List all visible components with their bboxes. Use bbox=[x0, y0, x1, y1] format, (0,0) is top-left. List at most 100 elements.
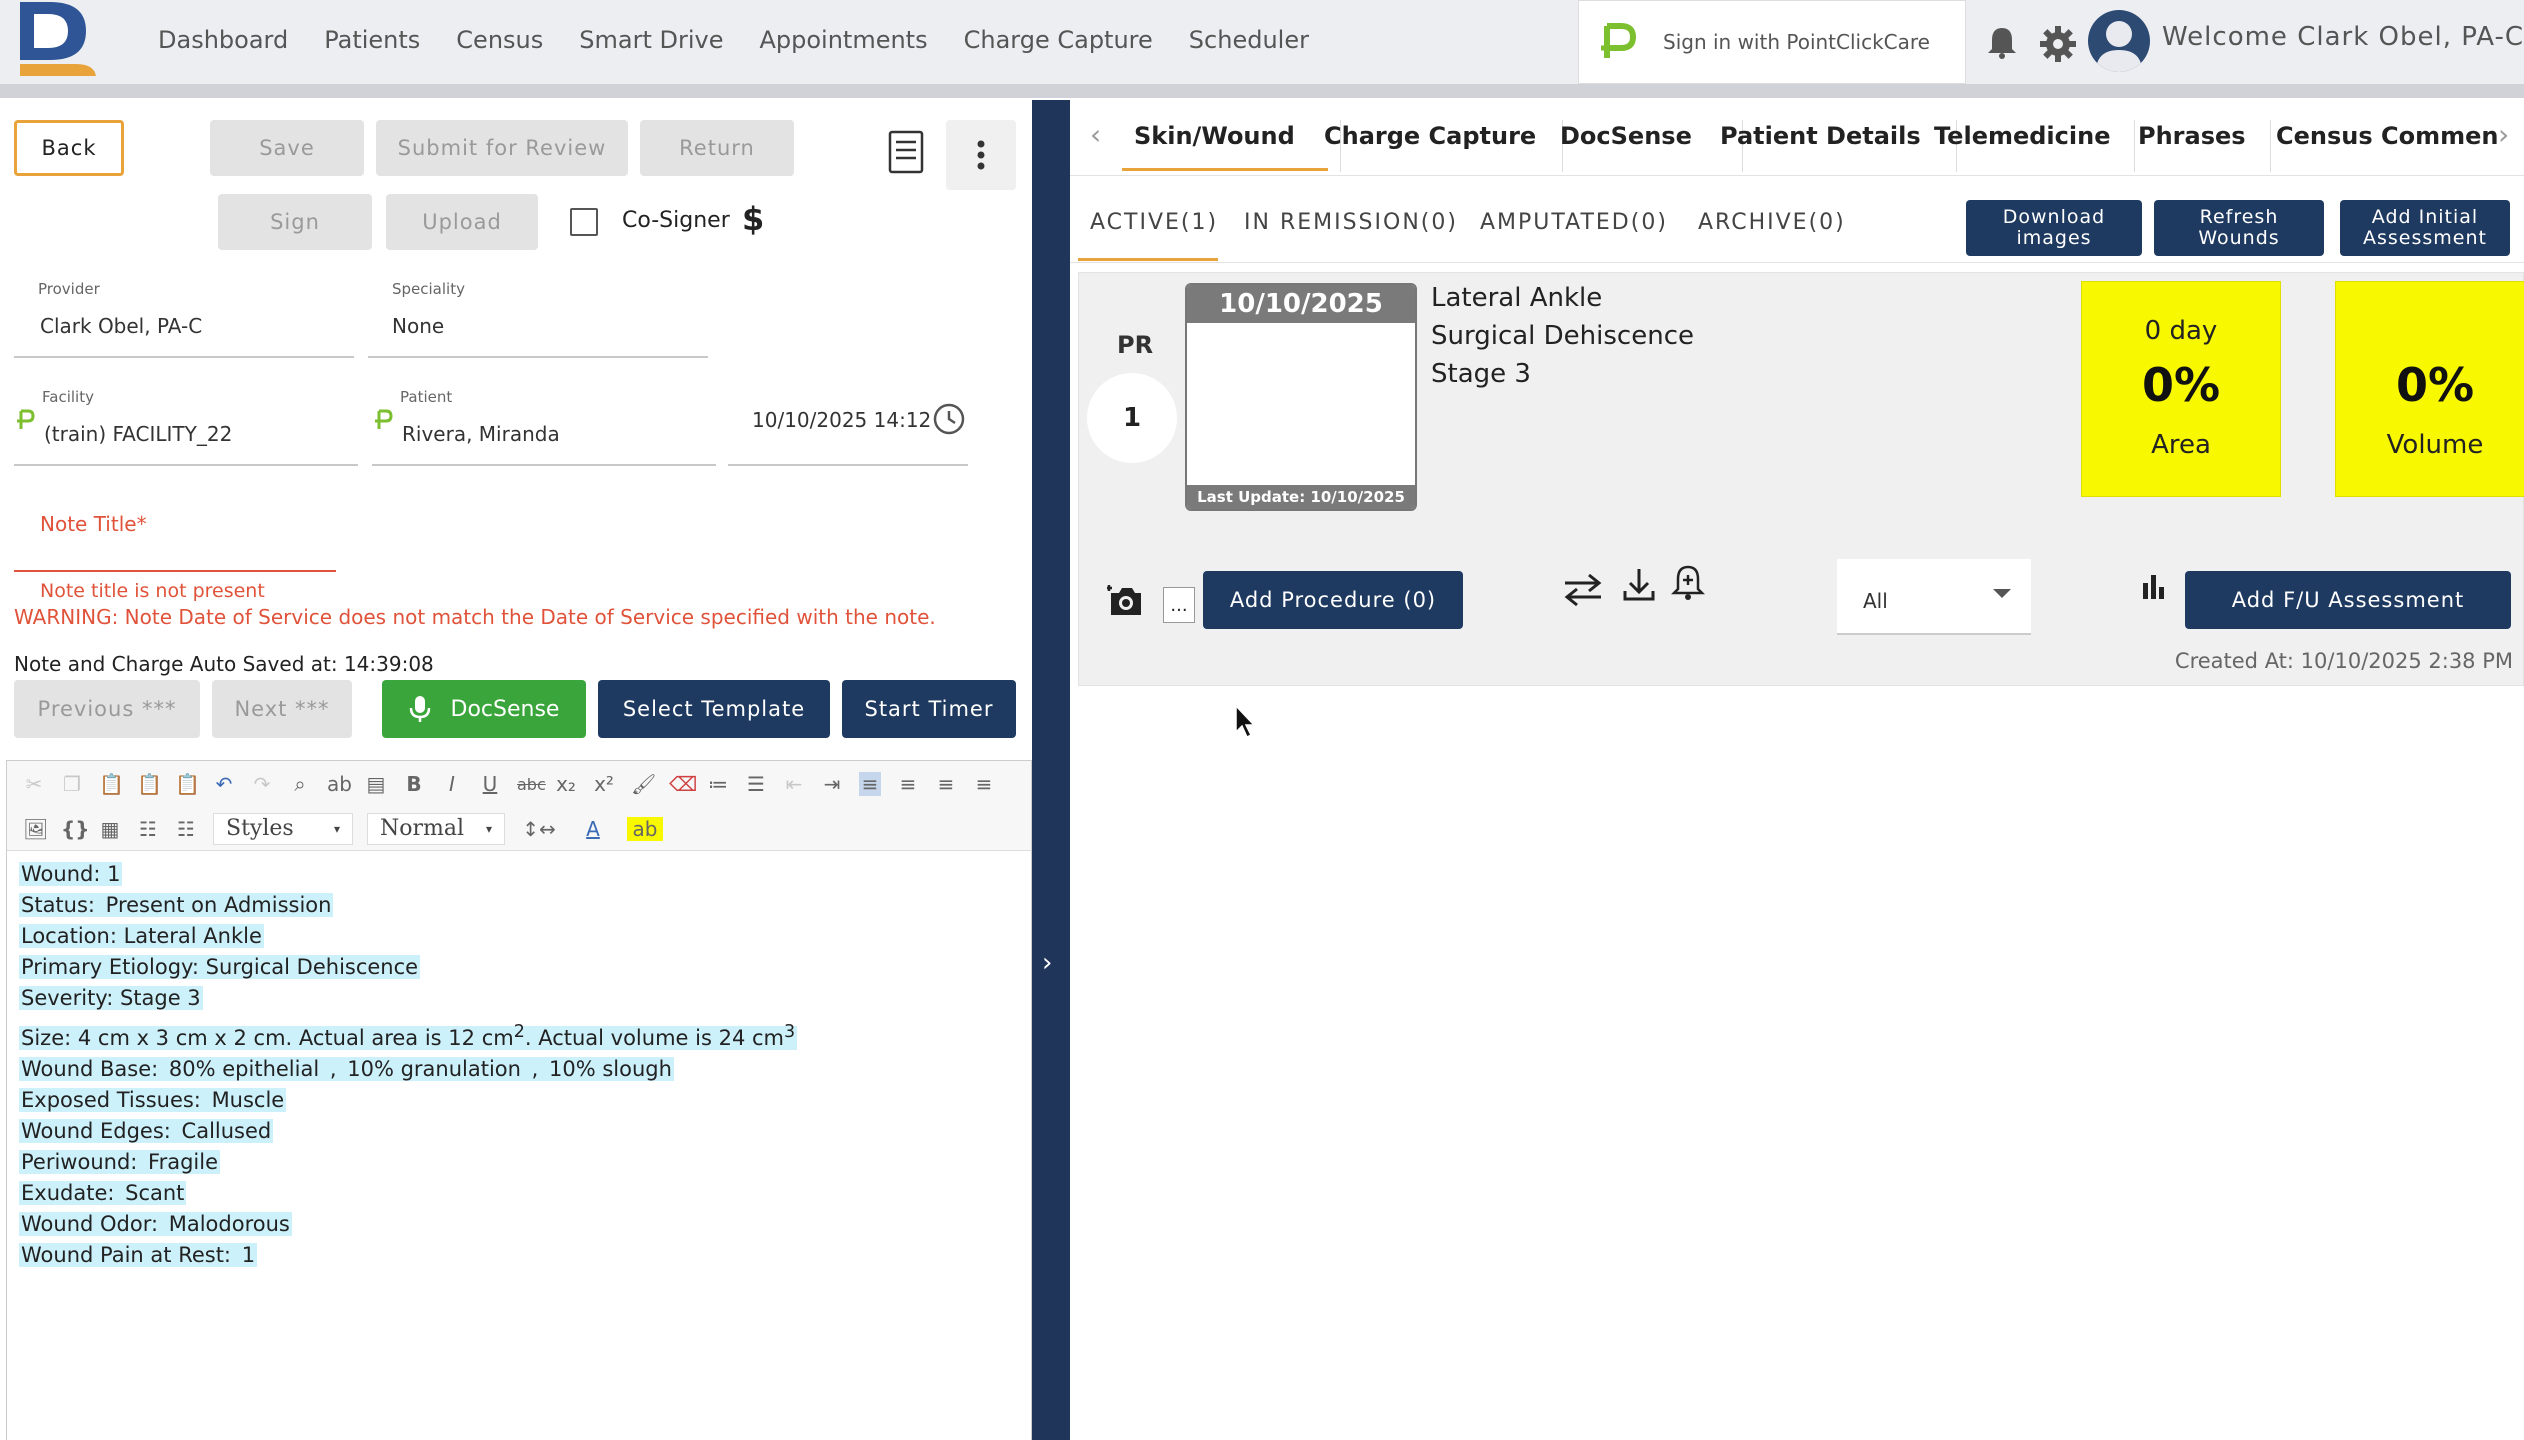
subtab-active[interactable]: ACTIVE(1) bbox=[1090, 210, 1218, 235]
next-button[interactable]: Next *** bbox=[212, 680, 352, 738]
find-icon[interactable]: ⌕ bbox=[289, 772, 311, 796]
align-center-icon[interactable]: ≡ bbox=[897, 772, 919, 796]
paste-icon[interactable]: 📋 bbox=[99, 772, 124, 796]
panel-divider[interactable]: › bbox=[1032, 100, 1070, 1440]
tab-phrases[interactable]: Phrases bbox=[2138, 122, 2246, 150]
insert-row-icon[interactable]: ☷ bbox=[137, 817, 159, 841]
add-initial-assessment-button[interactable]: Add Initial Assessment bbox=[2340, 200, 2510, 256]
subtab-in-remission[interactable]: IN REMISSION(0) bbox=[1244, 210, 1458, 235]
subscript-icon[interactable]: x₂ bbox=[555, 772, 577, 796]
editor-content[interactable]: Wound: 1 Status: Present on Admission Lo… bbox=[19, 859, 798, 1271]
nav-census[interactable]: Census bbox=[456, 26, 543, 54]
add-fu-assessment-button[interactable]: Add F/U Assessment bbox=[2185, 571, 2511, 629]
nav-scheduler[interactable]: Scheduler bbox=[1189, 26, 1309, 54]
table-icon[interactable]: ▦ bbox=[99, 817, 121, 841]
add-alert-bell-icon[interactable] bbox=[1671, 563, 1705, 603]
upload-button[interactable]: Upload bbox=[386, 194, 538, 250]
download-images-button[interactable]: Download images bbox=[1966, 200, 2142, 256]
italic-icon[interactable]: I bbox=[441, 772, 463, 796]
tabs-scroll-right-icon[interactable]: › bbox=[2498, 118, 2509, 151]
previous-button[interactable]: Previous *** bbox=[14, 680, 200, 738]
user-avatar[interactable] bbox=[2088, 10, 2150, 72]
add-photo-camera-icon[interactable] bbox=[1107, 583, 1145, 619]
start-timer-button[interactable]: Start Timer bbox=[842, 680, 1016, 738]
styles-select[interactable]: Styles ▾ bbox=[213, 812, 353, 845]
copy-format-icon[interactable]: 🖌 bbox=[631, 772, 656, 796]
refresh-wounds-button[interactable]: Refresh Wounds bbox=[2154, 200, 2324, 256]
note-title-input[interactable]: Note Title* bbox=[40, 512, 147, 536]
subtab-amputated[interactable]: AMPUTATED(0) bbox=[1480, 210, 1668, 235]
settings-gear-icon[interactable] bbox=[2038, 24, 2078, 64]
tab-telemedicine[interactable]: Telemedicine bbox=[1934, 122, 2110, 150]
dollar-icon[interactable]: $ bbox=[742, 200, 764, 238]
cosigner-checkbox[interactable] bbox=[570, 208, 598, 236]
more-options-button[interactable] bbox=[946, 120, 1016, 190]
clock-icon[interactable] bbox=[932, 402, 966, 436]
background-color-icon[interactable]: ab bbox=[627, 816, 663, 841]
download-icon[interactable] bbox=[1621, 565, 1657, 605]
select-all-icon[interactable]: ▤ bbox=[365, 772, 387, 796]
bold-icon[interactable]: B bbox=[403, 772, 425, 796]
wound-card[interactable]: PR 1 10/10/2025 Last Update: 10/10/2025 … bbox=[1078, 272, 2524, 686]
wound-more-button[interactable]: ... bbox=[1163, 587, 1195, 623]
document-list-icon[interactable] bbox=[888, 130, 924, 174]
wound-image-thumbnail[interactable]: 10/10/2025 Last Update: 10/10/2025 bbox=[1185, 283, 1417, 511]
paste-text-icon[interactable]: 📋 bbox=[137, 772, 162, 796]
code-snippet-icon[interactable]: {} bbox=[61, 817, 89, 841]
strikethrough-icon[interactable]: abc bbox=[517, 775, 546, 794]
subtab-archive[interactable]: ARCHIVE(0) bbox=[1698, 210, 1846, 235]
cut-icon[interactable]: ✂ bbox=[23, 772, 45, 796]
justify-icon[interactable]: ≡ bbox=[973, 772, 995, 796]
underline-icon[interactable]: U bbox=[479, 772, 501, 796]
bar-chart-icon[interactable] bbox=[2139, 571, 2169, 601]
tab-docsense[interactable]: DocSense bbox=[1560, 122, 1692, 150]
superscript-icon[interactable]: x² bbox=[593, 772, 615, 796]
nav-patients[interactable]: Patients bbox=[324, 26, 420, 54]
text-color-icon[interactable]: A bbox=[575, 817, 611, 841]
image-icon[interactable]: 🖼 bbox=[23, 817, 48, 841]
return-button[interactable]: Return bbox=[640, 120, 794, 176]
align-left-icon[interactable]: ≡ bbox=[859, 772, 881, 796]
add-procedure-button[interactable]: Add Procedure (0) bbox=[1203, 571, 1463, 629]
docsense-button[interactable]: DocSense bbox=[382, 680, 586, 738]
date-of-service-field[interactable]: 10/10/2025 14:12 bbox=[752, 408, 931, 432]
bulleted-list-icon[interactable]: ☰ bbox=[745, 772, 767, 796]
tab-skin-wound[interactable]: Skin/Wound bbox=[1134, 122, 1295, 150]
copy-icon[interactable]: ❐ bbox=[61, 772, 83, 796]
transfer-arrows-icon[interactable] bbox=[1561, 569, 1605, 609]
patient-field[interactable]: Rivera, Miranda bbox=[402, 422, 560, 446]
decrease-indent-icon[interactable]: ⇤ bbox=[783, 772, 805, 796]
tab-charge-capture[interactable]: Charge Capture bbox=[1324, 122, 1536, 150]
tabs-scroll-left-icon[interactable]: ‹ bbox=[1090, 118, 1101, 151]
align-right-icon[interactable]: ≡ bbox=[935, 772, 957, 796]
select-template-button[interactable]: Select Template bbox=[598, 680, 830, 738]
tab-patient-details[interactable]: Patient Details bbox=[1720, 122, 1921, 150]
back-button[interactable]: Back bbox=[14, 120, 124, 176]
assessment-filter-select[interactable]: All bbox=[1837, 559, 2031, 635]
speciality-field[interactable]: None bbox=[392, 314, 444, 338]
save-button[interactable]: Save bbox=[210, 120, 364, 176]
redo-icon[interactable]: ↷ bbox=[251, 772, 273, 796]
numbered-list-icon[interactable]: ≔ bbox=[707, 772, 729, 796]
app-logo[interactable] bbox=[16, 0, 96, 80]
line-height-icon[interactable]: ↕↔ bbox=[519, 817, 559, 841]
facility-field[interactable]: (train) FACILITY_22 bbox=[44, 422, 232, 446]
notification-bell-icon[interactable] bbox=[1984, 24, 2020, 60]
provider-field[interactable]: Clark Obel, PA-C bbox=[40, 314, 202, 338]
submit-for-review-button[interactable]: Submit for Review bbox=[376, 120, 628, 176]
format-select[interactable]: Normal ▾ bbox=[367, 812, 505, 845]
expand-panel-icon[interactable]: › bbox=[1042, 948, 1052, 978]
insert-column-icon[interactable]: ☷ bbox=[175, 817, 197, 841]
nav-dashboard[interactable]: Dashboard bbox=[158, 26, 288, 54]
undo-icon[interactable]: ↶ bbox=[213, 772, 235, 796]
replace-icon[interactable]: ab bbox=[327, 772, 352, 796]
sign-button[interactable]: Sign bbox=[218, 194, 372, 250]
nav-appointments[interactable]: Appointments bbox=[759, 26, 927, 54]
remove-format-icon[interactable]: ⌫ bbox=[669, 772, 697, 796]
increase-indent-icon[interactable]: ⇥ bbox=[821, 772, 843, 796]
nav-charge-capture[interactable]: Charge Capture bbox=[964, 26, 1153, 54]
paste-word-icon[interactable]: 📋 bbox=[175, 772, 200, 796]
tab-census-comments[interactable]: Census Commen bbox=[2276, 122, 2498, 150]
nav-smart-drive[interactable]: Smart Drive bbox=[579, 26, 723, 54]
pcc-signin-button[interactable]: Sign in with PointClickCare bbox=[1578, 0, 1966, 84]
